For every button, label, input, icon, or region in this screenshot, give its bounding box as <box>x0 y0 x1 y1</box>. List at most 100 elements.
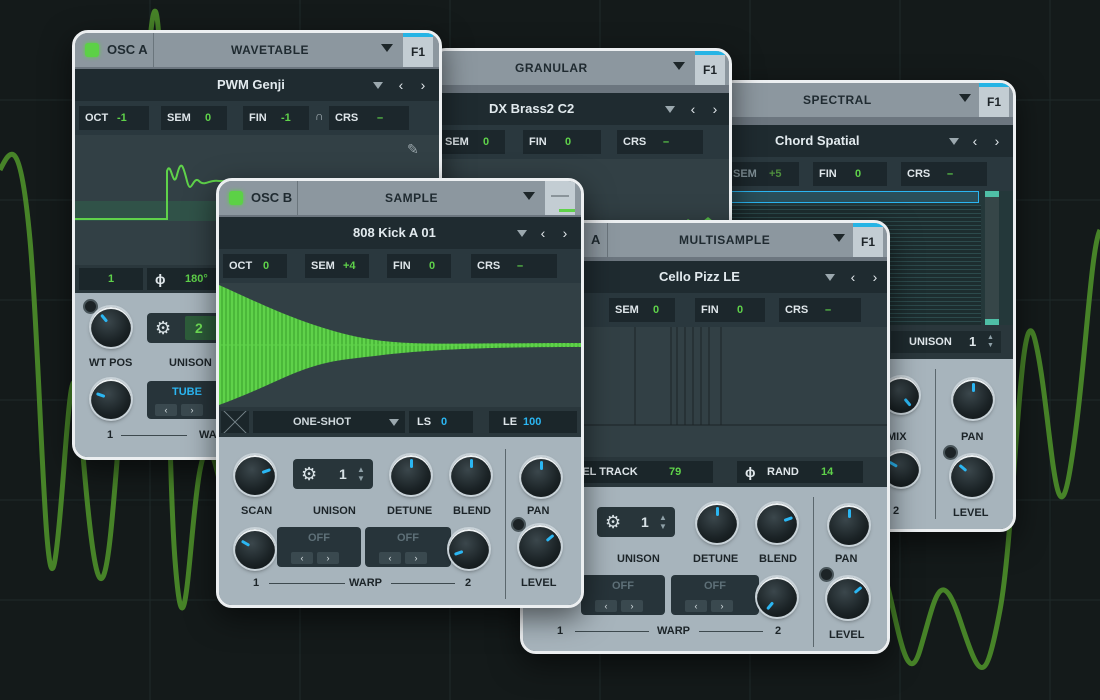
detune-knob[interactable] <box>697 503 737 543</box>
warp-box-2[interactable]: OFF ‹ › <box>671 575 759 615</box>
next-warp-button[interactable]: › <box>405 552 427 564</box>
filter-routing-button[interactable]: F1 <box>979 83 1009 117</box>
loop-cross-icon[interactable] <box>221 411 249 433</box>
prev-preset-button[interactable]: ‹ <box>965 125 985 157</box>
next-warp-button[interactable]: › <box>181 404 203 416</box>
warp-box-1[interactable]: OFF ‹ › <box>277 527 361 567</box>
chevron-down-icon[interactable] <box>673 62 685 70</box>
osc-a-type-label[interactable]: WAVETABLE <box>231 33 309 67</box>
multisample-unison-field[interactable]: ⚙ 1 ▲ ▼ <box>597 507 675 537</box>
warp-mode-box[interactable]: TUBE ‹ › <box>147 381 227 419</box>
coarse-field[interactable]: CRS – <box>471 254 557 278</box>
modulation-target-icon[interactable] <box>819 567 834 582</box>
semitone-field[interactable]: SEM +5 <box>727 162 799 186</box>
chevron-down-icon[interactable] <box>373 82 383 89</box>
chevron-down-icon[interactable] <box>517 230 527 237</box>
filter-routing-button[interactable] <box>545 181 575 215</box>
loop-start-field[interactable]: LS 0 <box>409 411 473 433</box>
spectral-type-label[interactable]: SPECTRAL <box>803 83 872 117</box>
chevron-down-icon[interactable] <box>949 138 959 145</box>
prev-warp-button[interactable]: ‹ <box>291 552 313 564</box>
coarse-field[interactable]: CRS – <box>617 130 703 154</box>
filter-routing-button[interactable]: F1 <box>853 223 883 257</box>
chevron-down-icon[interactable] <box>825 274 835 281</box>
octave-field[interactable]: OCT -1 <box>79 106 149 130</box>
gear-icon[interactable]: ⚙ <box>155 317 171 339</box>
fine-field[interactable]: FIN 0 <box>387 254 451 278</box>
link-icon[interactable]: ∩ <box>315 109 324 123</box>
chevron-down-icon[interactable] <box>959 94 971 102</box>
prev-warp-button[interactable]: ‹ <box>379 552 401 564</box>
osc-b-type-label[interactable]: SAMPLE <box>385 181 438 215</box>
level-knob[interactable] <box>519 525 561 567</box>
granular-type-label[interactable]: GRANULAR <box>515 51 588 85</box>
next-warp-button[interactable]: › <box>621 600 643 612</box>
phase-random-field[interactable]: ϕ RAND 14 <box>737 461 863 483</box>
scroll-handle-top[interactable] <box>985 191 999 197</box>
coarse-field[interactable]: CRS – <box>329 106 409 130</box>
level-knob[interactable] <box>827 577 869 619</box>
osc-b-unison-field[interactable]: ⚙ 1 ▲ ▼ <box>293 459 373 489</box>
next-preset-button[interactable]: › <box>987 125 1007 157</box>
prev-preset-button[interactable]: ‹ <box>843 261 863 293</box>
warp-box-2[interactable]: OFF ‹ › <box>365 527 451 567</box>
loop-end-field[interactable]: LE 100 <box>489 411 577 433</box>
preset-name[interactable]: DX Brass2 C2 <box>489 93 574 125</box>
prev-warp-button[interactable]: ‹ <box>155 404 177 416</box>
modulation-target-icon[interactable] <box>83 299 98 314</box>
next-preset-button[interactable]: › <box>705 93 725 125</box>
multisample-type-label[interactable]: MULTISAMPLE <box>679 223 770 257</box>
fine-field[interactable]: FIN -1 <box>243 106 309 130</box>
scan-knob[interactable] <box>235 455 275 495</box>
spin-arrows-icon[interactable]: ▲ ▼ <box>659 513 667 531</box>
pan-knob[interactable] <box>953 379 993 419</box>
next-warp-button[interactable]: › <box>317 552 339 564</box>
preset-name[interactable]: PWM Genji <box>217 69 285 101</box>
chevron-down-icon[interactable] <box>523 192 535 200</box>
semitone-field[interactable]: SEM 0 <box>609 298 675 322</box>
spin-arrows-icon[interactable]: ▲ ▼ <box>357 465 365 483</box>
spectral-unison-field[interactable]: UNISON 1 ▲ ▼ <box>891 331 1001 353</box>
playback-mode-dropdown[interactable]: ONE-SHOT <box>253 411 405 433</box>
warp-box-1[interactable]: OFF ‹ › <box>581 575 665 615</box>
prev-preset-button[interactable]: ‹ <box>683 93 703 125</box>
osc-a-unison-field[interactable]: ⚙ 2 <box>147 313 221 343</box>
coarse-field[interactable]: CRS – <box>901 162 987 186</box>
next-preset-button[interactable]: › <box>413 69 433 101</box>
osc-a-enable-toggle[interactable] <box>85 43 99 57</box>
warp-knob-2[interactable] <box>449 529 489 569</box>
next-preset-button[interactable]: › <box>555 217 575 249</box>
sample-waveform-display[interactable] <box>219 283 581 407</box>
filter-routing-button[interactable]: F1 <box>403 33 433 67</box>
chevron-down-icon[interactable] <box>833 234 845 242</box>
prev-preset-button[interactable]: ‹ <box>533 217 553 249</box>
wt-pos-knob[interactable] <box>91 307 131 347</box>
prev-preset-button[interactable]: ‹ <box>391 69 411 101</box>
pan-knob[interactable] <box>829 505 869 545</box>
chevron-down-icon[interactable] <box>381 44 393 52</box>
fine-field[interactable]: FIN 0 <box>695 298 765 322</box>
octave-field[interactable]: OCT 0 <box>223 254 287 278</box>
spectral-scrollbar[interactable] <box>985 191 999 325</box>
prev-warp-button[interactable]: ‹ <box>685 600 707 612</box>
coarse-field[interactable]: CRS – <box>779 298 861 322</box>
phase-field[interactable]: ϕ 180° <box>147 268 223 290</box>
warp-knob-1[interactable] <box>235 529 275 569</box>
gear-icon[interactable]: ⚙ <box>301 463 317 485</box>
semitone-field[interactable]: SEM 0 <box>161 106 227 130</box>
warp-knob-1[interactable] <box>91 379 131 419</box>
fine-field[interactable]: FIN 0 <box>523 130 601 154</box>
blend-knob[interactable] <box>757 503 797 543</box>
preset-name[interactable]: Chord Spatial <box>775 125 860 157</box>
osc-b-enable-toggle[interactable] <box>229 191 243 205</box>
preset-name[interactable]: Cello Pizz LE <box>659 261 740 293</box>
pencil-icon[interactable]: ✎ <box>407 141 419 158</box>
detune-knob[interactable] <box>391 455 431 495</box>
warp-knob-2[interactable] <box>757 577 797 617</box>
modulation-target-icon[interactable] <box>943 445 958 460</box>
chevron-down-icon[interactable] <box>665 106 675 113</box>
prev-warp-button[interactable]: ‹ <box>595 600 617 612</box>
filter-routing-button[interactable]: F1 <box>695 51 725 85</box>
semitone-field[interactable]: SEM +4 <box>305 254 369 278</box>
preset-name[interactable]: 808 Kick A 01 <box>353 217 436 249</box>
